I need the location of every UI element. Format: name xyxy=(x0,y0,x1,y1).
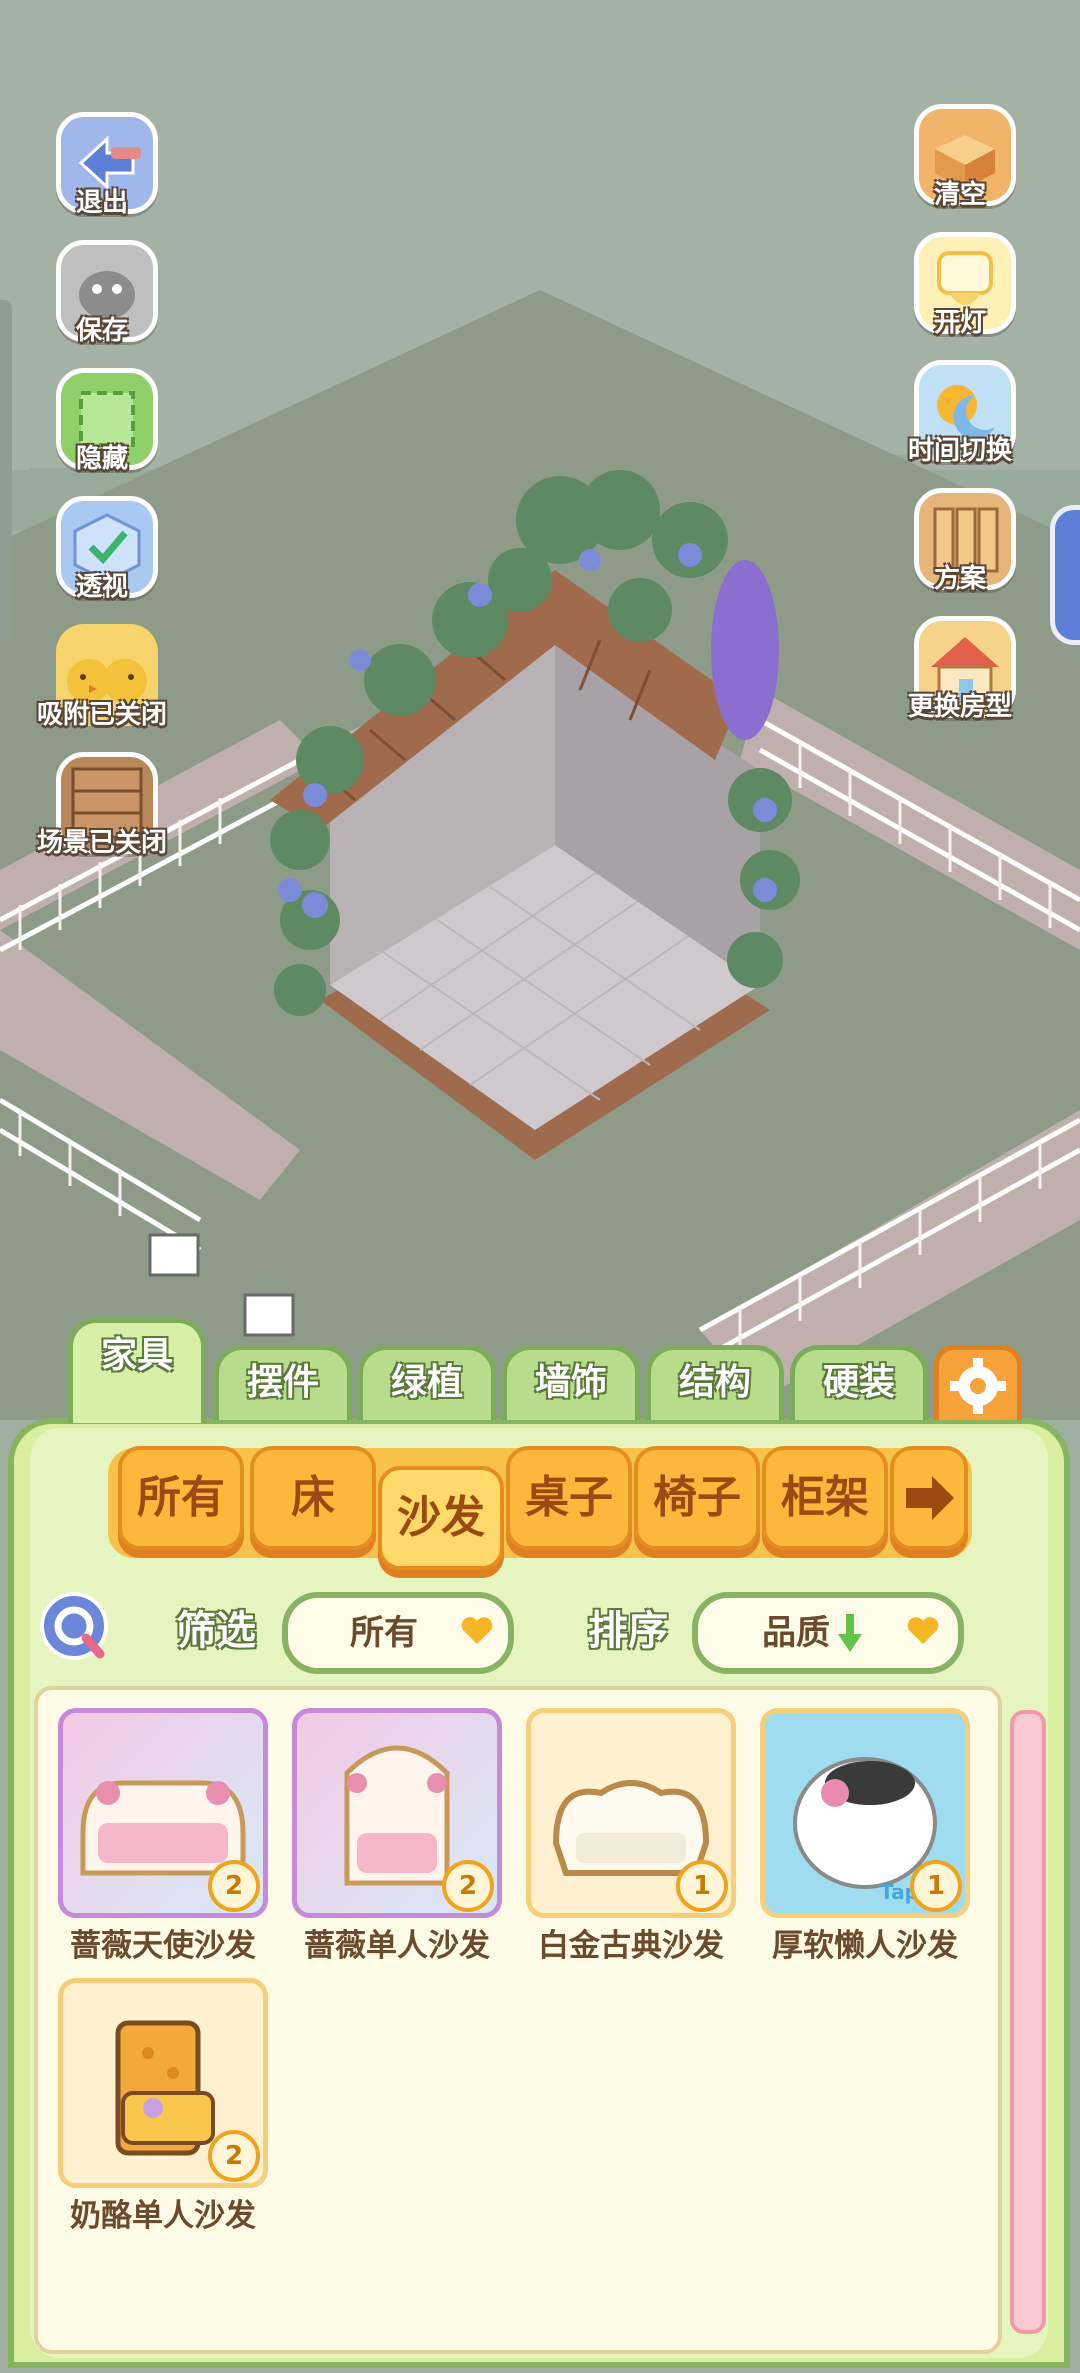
heart-dropdown-icon xyxy=(461,1617,493,1644)
category-bed[interactable]: 床 xyxy=(250,1446,376,1550)
save-button[interactable]: 保存 xyxy=(42,240,162,358)
filter-label: 筛选 xyxy=(176,1608,256,1654)
category-cabinet[interactable]: 柜架 xyxy=(762,1446,888,1550)
arrow-right-icon xyxy=(906,1476,954,1520)
exit-button[interactable]: 退出 xyxy=(42,112,162,230)
item-name: 蔷薇单人沙发 xyxy=(304,1928,490,1964)
change-room-button[interactable]: 更换房型 xyxy=(900,616,1020,734)
scene-toggle-button[interactable]: 场景已关闭 xyxy=(37,752,167,870)
category-chair[interactable]: 椅子 xyxy=(634,1446,760,1550)
item-name: 厚软懒人沙发 xyxy=(772,1928,958,1964)
category-label: 柜架 xyxy=(781,1472,869,1523)
category-next-button[interactable] xyxy=(890,1446,968,1550)
item-count: 2 xyxy=(442,1860,494,1912)
tab-label: 结构 xyxy=(678,1362,751,1403)
perspective-button[interactable]: 透视 xyxy=(42,496,162,614)
tab-structure[interactable]: 结构 xyxy=(646,1345,784,1420)
category-all[interactable]: 所有 xyxy=(118,1446,244,1550)
left-edge-handle[interactable] xyxy=(0,300,12,640)
exit-label: 退出 xyxy=(75,188,128,218)
tab-furniture[interactable]: 家具 xyxy=(68,1318,206,1423)
tab-label: 墙饰 xyxy=(534,1362,607,1403)
change-room-label: 更换房型 xyxy=(907,692,1012,722)
perspective-label: 透视 xyxy=(75,572,128,602)
arrow-down-icon xyxy=(838,1614,862,1652)
item-name: 白金古典沙发 xyxy=(538,1928,724,1964)
tab-label: 摆件 xyxy=(246,1362,319,1403)
time-switch-label: 时间切换 xyxy=(907,436,1012,466)
search-button[interactable] xyxy=(38,1590,114,1670)
filter-value: 所有 xyxy=(350,1613,418,1653)
tab-label: 家具 xyxy=(100,1335,173,1376)
category-label: 床 xyxy=(291,1472,335,1523)
settings-button[interactable] xyxy=(934,1345,1022,1420)
gear-icon xyxy=(950,1358,1006,1414)
tab-decor[interactable]: 摆件 xyxy=(214,1345,352,1420)
hide-button[interactable]: 隐藏 xyxy=(42,368,162,486)
save-label: 保存 xyxy=(75,316,128,346)
sort-value: 品质 xyxy=(762,1613,830,1653)
hide-label: 隐藏 xyxy=(75,444,128,474)
scrollbar[interactable] xyxy=(1010,1710,1046,2334)
light-button[interactable]: 开灯 xyxy=(900,232,1020,350)
time-switch-button[interactable]: 时间切换 xyxy=(900,360,1020,478)
heart-dropdown-icon xyxy=(907,1617,939,1644)
filter-dropdown[interactable]: 所有 xyxy=(282,1592,514,1674)
item-name: 蔷薇天使沙发 xyxy=(70,1928,256,1964)
tab-label: 绿植 xyxy=(390,1362,463,1403)
clear-button[interactable]: 清空 xyxy=(900,104,1020,222)
sort-dropdown[interactable]: 品质 xyxy=(692,1592,964,1674)
side-drawer-handle[interactable] xyxy=(1050,505,1080,645)
tab-wall-decor[interactable]: 墙饰 xyxy=(502,1345,640,1420)
plan-label: 方案 xyxy=(933,564,986,594)
search-icon xyxy=(40,1592,108,1660)
tab-plants[interactable]: 绿植 xyxy=(358,1345,496,1420)
light-label: 开灯 xyxy=(933,308,986,338)
tab-hard-decor[interactable]: 硬装 xyxy=(790,1345,928,1420)
category-label: 椅子 xyxy=(653,1472,741,1523)
plan-button[interactable]: 方案 xyxy=(900,488,1020,606)
item-name: 奶酪单人沙发 xyxy=(70,2198,256,2234)
scene-label: 场景已关闭 xyxy=(36,828,167,858)
item-count: 2 xyxy=(208,2130,260,2182)
item-count: 1 xyxy=(910,1860,962,1912)
clear-label: 清空 xyxy=(933,180,986,210)
item-count: 2 xyxy=(208,1860,260,1912)
sort-label: 排序 xyxy=(588,1608,668,1654)
category-sofa[interactable]: 沙发 xyxy=(378,1466,504,1570)
item-count: 1 xyxy=(676,1860,728,1912)
snap-label: 吸附已关闭 xyxy=(36,700,167,730)
category-label: 所有 xyxy=(137,1472,225,1523)
snap-toggle-button[interactable]: 吸附已关闭 xyxy=(37,624,167,742)
tab-label: 硬装 xyxy=(822,1362,895,1403)
category-table[interactable]: 桌子 xyxy=(506,1446,632,1550)
category-label: 沙发 xyxy=(397,1492,485,1543)
category-label: 桌子 xyxy=(525,1472,613,1523)
